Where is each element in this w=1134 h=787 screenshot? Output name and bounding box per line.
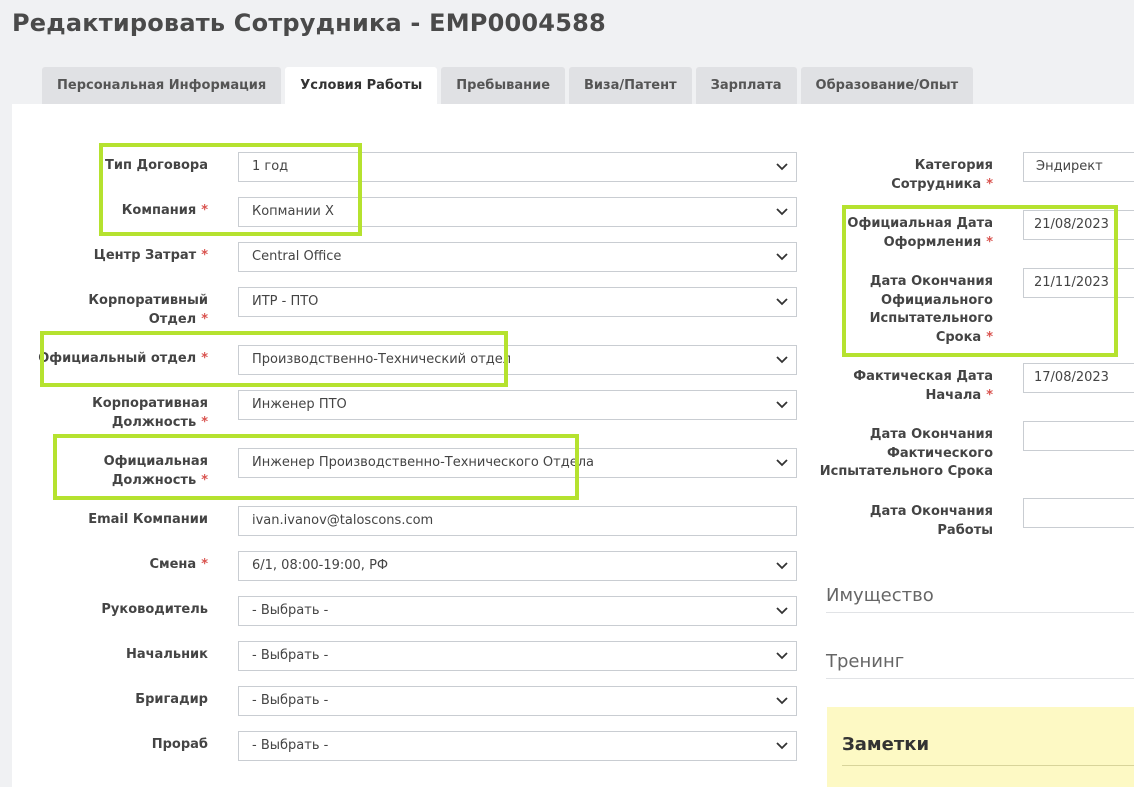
corp-position-label: Корпоративная Должность * bbox=[92, 396, 208, 430]
company-email-label: Email Компании bbox=[88, 512, 208, 527]
actual-start-date-input[interactable]: 17/08/2023 bbox=[1023, 363, 1134, 393]
chevron-down-icon bbox=[776, 562, 788, 570]
foreman-select[interactable]: - Выбрать - bbox=[238, 686, 797, 716]
company-email-input[interactable]: ivan.ivanov@taloscons.com bbox=[238, 506, 797, 536]
chevron-down-icon bbox=[776, 607, 788, 615]
official-department-label: Официальный отдел * bbox=[38, 351, 208, 366]
page-title: Редактировать Сотрудника - EMP0004588 bbox=[12, 9, 606, 37]
tab-visa-patent[interactable]: Виза/Патент bbox=[569, 67, 692, 104]
manager-select[interactable]: - Выбрать - bbox=[238, 596, 797, 626]
employee-category-label: Категория Сотрудника * bbox=[891, 158, 993, 192]
cost-center-select[interactable]: Central Office bbox=[238, 242, 797, 272]
chevron-down-icon bbox=[776, 298, 788, 306]
official-department-select[interactable]: Производственно-Технический отдел bbox=[238, 345, 797, 375]
corp-department-label: Корпоративный Отдел * bbox=[88, 293, 208, 327]
chief-label: Начальник bbox=[125, 647, 208, 662]
manager-label: Руководитель bbox=[101, 602, 208, 617]
official-hire-date-label: Официальная Дата Оформления * bbox=[847, 216, 993, 250]
chief-select[interactable]: - Выбрать - bbox=[238, 641, 797, 671]
company-label: Компания * bbox=[121, 203, 208, 218]
tab-education-experience[interactable]: Образование/Опыт bbox=[800, 67, 974, 104]
notes-divider bbox=[842, 765, 1134, 766]
tab-personal-info[interactable]: Персональная Информация bbox=[42, 67, 282, 104]
actual-probation-end-label: Дата Окончания Фактического Испытательно… bbox=[819, 427, 993, 479]
official-position-select[interactable]: Инженер Производственно-Технического Отд… bbox=[238, 448, 797, 478]
shift-select[interactable]: 6/1, 08:00-19:00, РФ bbox=[238, 551, 797, 581]
tab-bar: Персональная Информация Условия Работы П… bbox=[42, 67, 977, 104]
superintendent-select[interactable]: - Выбрать - bbox=[238, 731, 797, 761]
corp-position-select[interactable]: Инженер ПТО bbox=[238, 390, 797, 420]
corp-department-select[interactable]: ИТР - ПТО bbox=[238, 287, 797, 317]
notes-title: Заметки bbox=[842, 734, 930, 755]
contract-type-select[interactable]: 1 год bbox=[238, 152, 797, 182]
official-hire-date-input[interactable]: 21/08/2023 bbox=[1023, 210, 1134, 240]
actual-start-date-label: Фактическая Дата Начала * bbox=[853, 369, 993, 403]
chevron-down-icon bbox=[776, 253, 788, 261]
chevron-down-icon bbox=[776, 163, 788, 171]
chevron-down-icon bbox=[776, 459, 788, 467]
tab-stay[interactable]: Пребывание bbox=[441, 67, 566, 104]
official-probation-end-input[interactable]: 21/11/2023 bbox=[1023, 268, 1134, 298]
official-probation-end-label: Дата Окончания Официального Испытательно… bbox=[869, 274, 993, 345]
contract-type-label: Тип Договора bbox=[105, 158, 208, 173]
tab-salary[interactable]: Зарплата bbox=[695, 67, 797, 104]
superintendent-label: Прораб bbox=[151, 737, 208, 752]
chevron-down-icon bbox=[776, 697, 788, 705]
shift-label: Смена * bbox=[149, 557, 208, 572]
chevron-down-icon bbox=[776, 742, 788, 750]
work-end-date-label: Дата Окончания Работы bbox=[869, 504, 993, 538]
notes-panel: Заметки bbox=[827, 707, 1134, 787]
property-section-header[interactable]: Имущество bbox=[826, 585, 1134, 613]
tab-work-conditions[interactable]: Условия Работы bbox=[285, 67, 438, 104]
chevron-down-icon bbox=[776, 208, 788, 216]
chevron-down-icon bbox=[776, 652, 788, 660]
official-position-label: Официальная Должность * bbox=[103, 454, 208, 488]
chevron-down-icon bbox=[776, 356, 788, 364]
cost-center-label: Центр Затрат * bbox=[93, 248, 208, 263]
employee-category-select[interactable]: Эндирект bbox=[1023, 152, 1134, 182]
actual-probation-end-input[interactable] bbox=[1023, 421, 1134, 451]
chevron-down-icon bbox=[776, 401, 788, 409]
company-select[interactable]: Копмании X bbox=[238, 197, 797, 227]
training-section-header[interactable]: Тренинг bbox=[826, 651, 1134, 679]
work-end-date-input[interactable] bbox=[1023, 498, 1134, 528]
foreman-label: Бригадир bbox=[135, 692, 208, 707]
